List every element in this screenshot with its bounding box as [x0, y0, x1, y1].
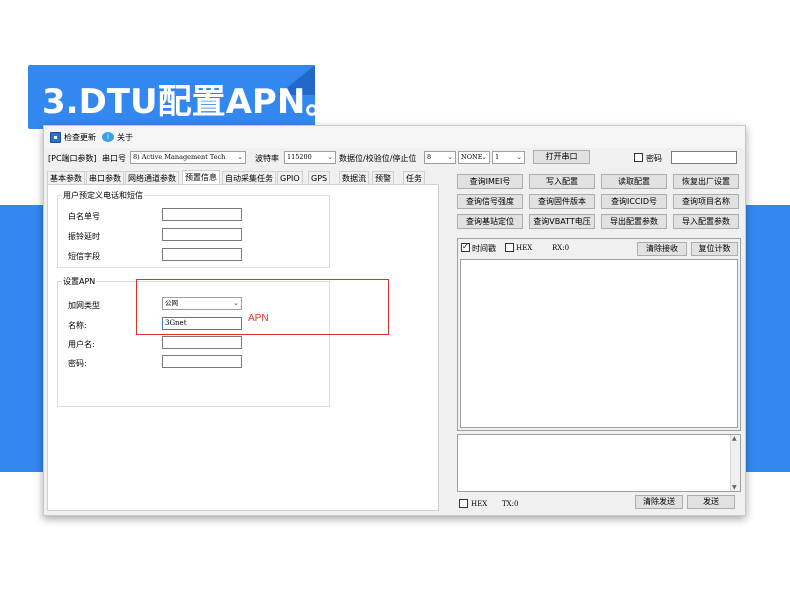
- page: 3.DTU配置APN。 检查更新 i 关于 [PC端口参数] 串口号 8) Ac…: [0, 0, 790, 605]
- export-config-button[interactable]: 导出配置参数: [601, 214, 667, 229]
- chevron-down-icon: ⌄: [447, 153, 453, 161]
- apn-name-label: 名称:: [68, 321, 87, 330]
- import-config-button[interactable]: 导入配置参数: [673, 214, 739, 229]
- tx-count: TX:0: [502, 500, 519, 508]
- tab-preset-info[interactable]: 预置信息: [182, 170, 220, 185]
- parity-select[interactable]: NONE ⌄: [458, 151, 490, 164]
- preset-sms-group: 用户预定义电话和短信 白名单号 振铃延时 短信字段: [57, 190, 330, 268]
- preset-group-title: 用户预定义电话和短信: [62, 190, 144, 201]
- tab-basic-params[interactable]: 基本参数: [47, 171, 85, 184]
- apn-annotation: APN: [248, 313, 269, 324]
- rx-hex-label: HEX: [516, 244, 533, 252]
- chevron-down-icon: ⌄: [327, 153, 333, 161]
- tab-task[interactable]: 任务: [403, 171, 425, 184]
- banner-title: 3.DTU配置APN。: [42, 82, 340, 122]
- baud-value: 115200: [287, 153, 312, 161]
- stopbits-value: 1: [495, 153, 500, 161]
- send-scrollbar[interactable]: [730, 435, 740, 491]
- query-signal-button[interactable]: 查询信号强度: [457, 194, 523, 209]
- receive-panel: 时间戳 HEX RX:0 清除接收 复位计数: [457, 238, 741, 431]
- tab-auto-collect[interactable]: 自动采集任务: [222, 171, 276, 184]
- port-select[interactable]: 8) Active Management Tech ⌄: [130, 151, 246, 164]
- tab-gpio[interactable]: GPIO: [277, 171, 303, 184]
- serial-config-row: [PC端口参数] 串口号 8) Active Management Tech ⌄…: [44, 150, 745, 168]
- send-textarea[interactable]: [457, 434, 741, 492]
- network-type-label: 加网类型: [68, 301, 100, 310]
- tab-alarm[interactable]: 预警: [372, 171, 394, 184]
- check-update-button[interactable]: 检查更新: [50, 131, 96, 143]
- tab-data-stream[interactable]: 数据流: [339, 171, 369, 184]
- sms-field-label: 短信字段: [68, 252, 100, 261]
- password-input[interactable]: [671, 151, 737, 164]
- factory-reset-button[interactable]: 恢复出厂设置: [673, 174, 739, 189]
- send-button[interactable]: 发送: [687, 495, 735, 509]
- apn-highlight-box: [136, 279, 389, 335]
- timestamp-checkbox[interactable]: [461, 242, 470, 252]
- databits-select[interactable]: 8 ⌄: [424, 151, 456, 164]
- timestamp-label: 时间戳: [472, 244, 496, 253]
- password-checkbox[interactable]: [634, 153, 643, 162]
- query-firmware-button[interactable]: 查询固件版本: [529, 194, 595, 209]
- tab-gps[interactable]: GPS: [308, 171, 331, 184]
- chevron-down-icon: ⌄: [516, 153, 522, 161]
- query-vbatt-button[interactable]: 查询VBATT电压: [529, 214, 595, 229]
- whitelist-label: 白名单号: [68, 212, 100, 221]
- receive-textarea[interactable]: [460, 259, 738, 428]
- check-update-label: 检查更新: [64, 132, 96, 142]
- info-icon: i: [102, 132, 114, 142]
- query-imei-button[interactable]: 查询IMEI号: [457, 174, 523, 189]
- rx-count: RX:0: [552, 244, 570, 252]
- preset-info-panel: 用户预定义电话和短信 白名单号 振铃延时 短信字段 设置APN 加网类型 公网 …: [47, 184, 439, 511]
- ring-delay-label: 振铃延时: [68, 232, 100, 241]
- databits-value: 8: [427, 153, 432, 161]
- read-config-button[interactable]: 读取配置: [601, 174, 667, 189]
- stopbits-select[interactable]: 1 ⌄: [492, 151, 525, 164]
- tab-network-channel[interactable]: 网络通道参数: [125, 171, 179, 184]
- toolbar: 检查更新 i 关于: [44, 126, 745, 148]
- chevron-down-icon: ⌄: [481, 153, 487, 161]
- whitelist-input[interactable]: [162, 208, 242, 221]
- apn-password-input[interactable]: [162, 355, 242, 368]
- tx-hex-label: HEX: [471, 500, 488, 508]
- apn-user-label: 用户名:: [68, 340, 95, 349]
- password-label: 密码: [646, 154, 662, 163]
- open-port-button[interactable]: 打开串口: [533, 150, 590, 164]
- query-cell-location-button[interactable]: 查询基站定位: [457, 214, 523, 229]
- reset-count-button[interactable]: 复位计数: [691, 242, 738, 256]
- baud-label: 波特率: [255, 154, 279, 163]
- rx-hex-checkbox[interactable]: [505, 243, 514, 252]
- tab-serial-params[interactable]: 串口参数: [86, 171, 124, 184]
- write-config-button[interactable]: 写入配置: [529, 174, 595, 189]
- query-iccid-button[interactable]: 查询ICCID号: [601, 194, 667, 209]
- tx-hex-checkbox[interactable]: [459, 499, 468, 508]
- pc-port-params-label: [PC端口参数]: [48, 154, 97, 163]
- port-value: 8) Active Management Tech: [133, 153, 226, 161]
- apn-user-input[interactable]: [162, 336, 242, 349]
- clear-send-button[interactable]: 清除发送: [635, 495, 683, 509]
- chevron-down-icon: ⌄: [237, 153, 243, 161]
- about-label: 关于: [117, 132, 133, 142]
- baud-select[interactable]: 115200 ⌄: [284, 151, 336, 164]
- port-label: 串口号: [102, 154, 126, 163]
- clear-receive-button[interactable]: 清除接收: [637, 242, 687, 256]
- query-project-name-button[interactable]: 查询项目名称: [673, 194, 739, 209]
- data-parity-stop-label: 数据位/校验位/停止位: [339, 154, 417, 163]
- update-icon: [50, 131, 61, 143]
- sms-field-input[interactable]: [162, 248, 242, 261]
- ring-delay-input[interactable]: [162, 228, 242, 241]
- apn-group-title: 设置APN: [62, 276, 97, 287]
- about-button[interactable]: i 关于: [102, 131, 133, 143]
- apn-password-label: 密码:: [68, 359, 87, 368]
- config-tool-window: 检查更新 i 关于 [PC端口参数] 串口号 8) Active Managem…: [43, 125, 746, 516]
